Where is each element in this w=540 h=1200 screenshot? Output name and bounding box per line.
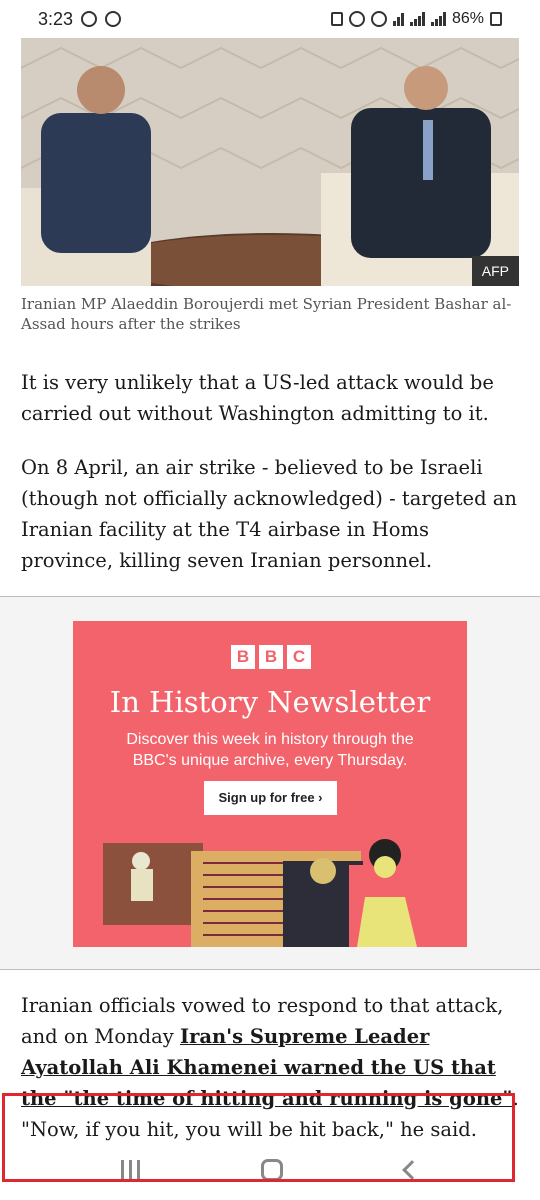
bbc-logo: B B C bbox=[231, 645, 311, 669]
ad-collage-image bbox=[103, 839, 429, 947]
status-bar: 3:23 86% bbox=[0, 0, 540, 38]
back-button[interactable] bbox=[402, 1160, 423, 1180]
alarm-icon bbox=[348, 11, 365, 27]
newsletter-ad[interactable]: B B C In History Newsletter Discover thi… bbox=[73, 621, 467, 947]
ad-subtitle: Discover this week in history through th… bbox=[126, 731, 414, 769]
ad-title: In History Newsletter bbox=[109, 685, 431, 719]
battery-icon bbox=[490, 12, 502, 26]
ad-container: B B C In History Newsletter Discover thi… bbox=[0, 596, 540, 970]
hero-photo[interactable]: AFP bbox=[21, 38, 519, 286]
photo-caption: Iranian MP Alaeddin Boroujerdi met Syria… bbox=[21, 295, 512, 333]
system-nav-bar bbox=[0, 1140, 540, 1200]
lock-icon bbox=[330, 12, 343, 26]
home-button[interactable] bbox=[261, 1159, 284, 1181]
status-right: 86% bbox=[330, 10, 502, 28]
signal-icon-2 bbox=[430, 12, 446, 26]
hotspot-icon bbox=[370, 11, 387, 27]
sign-up-button[interactable]: Sign up for free › bbox=[204, 781, 337, 815]
bbc-logo-letter-1: B bbox=[231, 645, 255, 669]
bbc-logo-letter-2: B bbox=[259, 645, 283, 669]
status-left: 3:23 bbox=[38, 8, 122, 30]
notification-icon bbox=[105, 11, 122, 27]
bbc-logo-letter-3: C bbox=[287, 645, 311, 669]
signal-icon bbox=[409, 12, 425, 26]
article-paragraph-1: It is very unlikely that a US-led attack… bbox=[21, 371, 494, 425]
meeting-photo bbox=[21, 38, 519, 286]
recent-apps-button[interactable] bbox=[120, 1160, 140, 1180]
status-time: 3:23 bbox=[38, 8, 74, 29]
wifi-icon bbox=[392, 12, 404, 26]
article-paragraph-3: Iranian officials vowed to respond to th… bbox=[21, 990, 521, 1145]
battery-level: 86% bbox=[451, 10, 484, 27]
whatsapp-icon bbox=[81, 11, 98, 27]
photo-credit: AFP bbox=[471, 256, 519, 286]
article-paragraph-2: On 8 April, an air strike - believed to … bbox=[21, 456, 517, 572]
